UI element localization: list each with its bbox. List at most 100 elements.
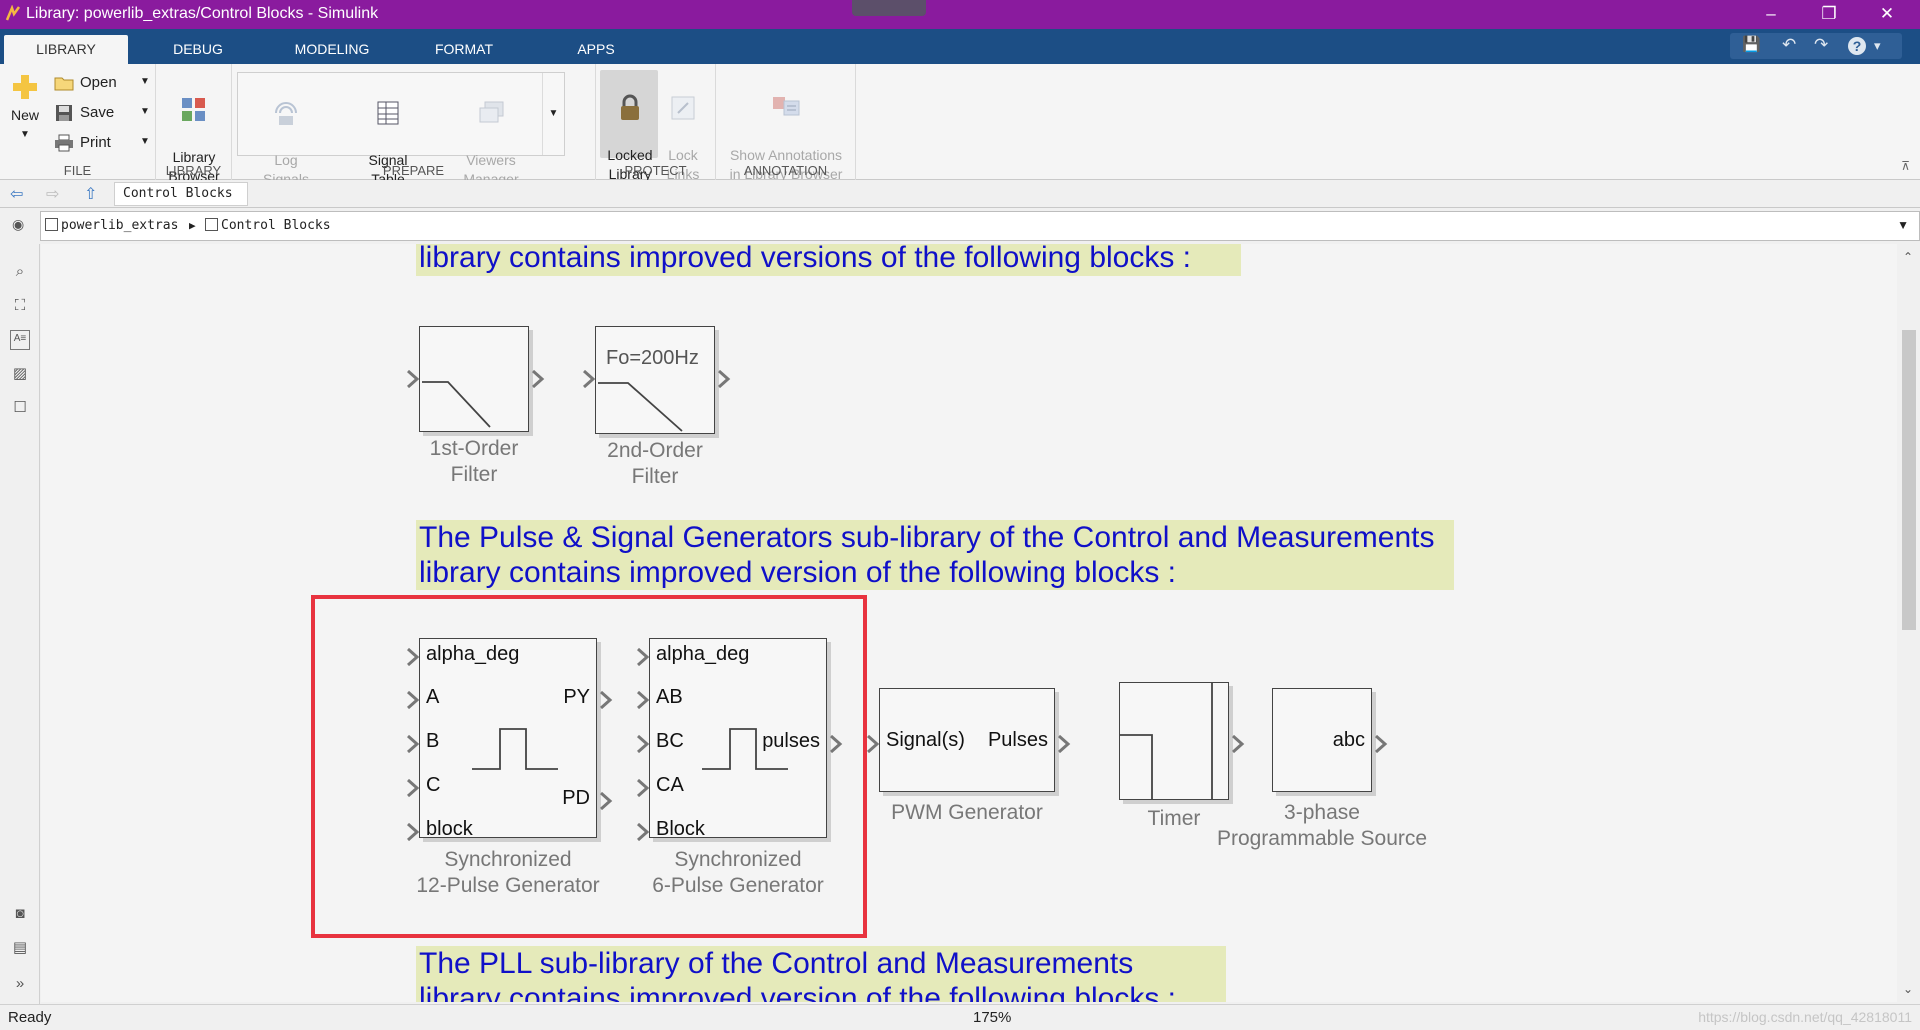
gallery-expand-icon[interactable]: ▼ bbox=[542, 73, 564, 155]
restore-button[interactable]: ❐ bbox=[1800, 0, 1858, 29]
breadcrumb-separator-icon: ▶ bbox=[189, 219, 196, 232]
scroll-up-icon[interactable]: ⌃ bbox=[1903, 250, 1913, 264]
save-dropdown-icon[interactable]: ▼ bbox=[140, 106, 150, 117]
file-group: New ▼ Open ▼ Save ▼ Print ▼ FILE bbox=[0, 64, 156, 180]
prepare-gallery: Log Signals Signal Table Viewers Manager… bbox=[237, 72, 565, 187]
annotation-pll-text[interactable]: The PLL sub-library of the Control and M… bbox=[416, 946, 1226, 1002]
minimize-button[interactable]: – bbox=[1742, 0, 1800, 29]
help-dropdown-icon[interactable]: ▾ bbox=[1874, 38, 1881, 54]
save-label: Save bbox=[80, 104, 115, 121]
status-text: Ready bbox=[8, 1009, 52, 1026]
subsystem-icon bbox=[205, 218, 218, 231]
up-arrow-icon[interactable]: ⇧ bbox=[84, 184, 97, 204]
breadcrumb-current[interactable]: Control Blocks bbox=[205, 218, 331, 233]
watermark-text: https://blog.csdn.net/qq_42818011 bbox=[1698, 1009, 1912, 1025]
port-label: abc bbox=[1332, 729, 1365, 751]
zoom-icon[interactable]: ⌕ bbox=[10, 262, 30, 282]
output-port-icon bbox=[531, 370, 545, 388]
timer-block[interactable] bbox=[1119, 682, 1229, 800]
help-icon[interactable]: ? bbox=[1848, 37, 1866, 55]
open-button[interactable]: Open ▼ bbox=[54, 74, 154, 92]
address-dropdown-icon[interactable]: ▼ bbox=[1897, 218, 1909, 232]
new-dropdown-icon[interactable]: ▼ bbox=[6, 125, 44, 144]
annotation-icon[interactable]: A≡ bbox=[10, 330, 30, 350]
status-bar: Ready 175% https://blog.csdn.net/qq_4281… bbox=[0, 1004, 1920, 1030]
open-label: Open bbox=[80, 74, 117, 91]
print-dropdown-icon[interactable]: ▼ bbox=[140, 136, 150, 147]
three-phase-programmable-source-block[interactable]: abc bbox=[1272, 688, 1372, 792]
navigation-bar: ⇦ ⇨ ⇧ Control Blocks bbox=[0, 180, 1920, 208]
input-port-icon bbox=[582, 370, 596, 388]
vertical-scrollbar[interactable]: ⌃ ⌄ bbox=[1897, 244, 1920, 1002]
new-button[interactable]: New ▼ bbox=[6, 72, 44, 144]
first-order-filter-name[interactable]: 1st-Order Filter bbox=[399, 436, 549, 488]
highlight-rectangle bbox=[311, 595, 867, 938]
three-phase-programmable-source-name[interactable]: 3-phase Programmable Source bbox=[1207, 800, 1437, 852]
protect-group-caption: PROTECT bbox=[624, 163, 687, 178]
tab-debug[interactable]: DEBUG bbox=[160, 35, 236, 64]
print-label: Print bbox=[80, 134, 111, 151]
prepare-group-caption: PREPARE bbox=[382, 163, 445, 178]
save-button[interactable]: Save ▼ bbox=[54, 104, 154, 122]
model-tab-control-blocks[interactable]: Control Blocks bbox=[114, 182, 248, 206]
first-order-filter-block[interactable] bbox=[419, 326, 529, 432]
title-bar: Library: powerlib_extras/Control Blocks … bbox=[0, 0, 1920, 29]
pwm-generator-block[interactable]: Signal(s) Pulses bbox=[879, 688, 1055, 792]
annotation-group-caption: ANNOTATION bbox=[743, 163, 828, 178]
zoom-level[interactable]: 175% bbox=[973, 1009, 1011, 1026]
tab-format[interactable]: FORMAT bbox=[422, 35, 506, 64]
redo-icon[interactable]: ↷ bbox=[1814, 35, 1828, 55]
printer-icon bbox=[55, 134, 73, 152]
forward-arrow-icon[interactable]: ⇨ bbox=[46, 184, 59, 204]
second-order-filter-block[interactable]: Fo=200Hz bbox=[595, 326, 715, 434]
print-button[interactable]: Print ▼ bbox=[54, 134, 154, 152]
second-order-filter-name[interactable]: 2nd-Order Filter bbox=[580, 438, 730, 490]
annotation-group: Show Annotations in Library Browser ANNO… bbox=[716, 64, 856, 182]
log-signals-icon bbox=[275, 102, 297, 125]
area-icon[interactable]: ☐ bbox=[10, 398, 30, 418]
input-port-icon bbox=[406, 370, 420, 388]
file-group-caption: FILE bbox=[63, 163, 92, 178]
annotation-filters-text[interactable]: library contains improved versions of th… bbox=[416, 244, 1241, 276]
back-arrow-icon[interactable]: ⇦ bbox=[10, 184, 23, 204]
floppy-save-icon bbox=[56, 105, 72, 122]
pwm-generator-name[interactable]: PWM Generator bbox=[877, 800, 1057, 826]
model-browser-icon[interactable]: ▤ bbox=[10, 938, 30, 958]
output-port-icon bbox=[1057, 735, 1071, 753]
fit-to-view-icon[interactable]: ⛶ bbox=[10, 296, 30, 316]
tab-apps[interactable]: APPS bbox=[570, 35, 622, 64]
protect-group: Locked Library Lock Links PROTECT bbox=[596, 64, 716, 182]
window-title: Library: powerlib_extras/Control Blocks … bbox=[26, 5, 379, 22]
port-label: Signal(s) bbox=[886, 729, 965, 751]
simulink-app-icon bbox=[5, 5, 21, 21]
undo-icon[interactable]: ↶ bbox=[1782, 35, 1796, 55]
padlock-icon bbox=[621, 94, 639, 120]
window-grip[interactable] bbox=[852, 0, 926, 16]
expand-palette-icon[interactable]: » bbox=[10, 974, 30, 994]
lowpass-curve-icon bbox=[598, 382, 683, 432]
tab-modeling[interactable]: MODELING bbox=[282, 35, 382, 64]
library-icon bbox=[45, 218, 58, 231]
hide-explorer-bar-icon[interactable]: ◉ bbox=[12, 216, 24, 233]
collapse-ribbon-icon[interactable]: ⊼ bbox=[1901, 159, 1910, 173]
port-label: Pulses bbox=[987, 729, 1048, 751]
lowpass-curve-icon bbox=[422, 381, 491, 428]
annotation-pulse-generators-text[interactable]: The Pulse & Signal Generators sub-librar… bbox=[416, 520, 1454, 590]
model-canvas[interactable]: library contains improved versions of th… bbox=[41, 244, 1897, 1002]
viewers-manager-icon bbox=[479, 101, 504, 123]
close-button[interactable]: ✕ bbox=[1858, 0, 1916, 29]
breadcrumb-root[interactable]: powerlib_extras bbox=[45, 218, 178, 233]
new-plus-icon bbox=[13, 75, 37, 99]
open-dropdown-icon[interactable]: ▼ bbox=[140, 76, 150, 87]
input-port-icon bbox=[866, 735, 880, 753]
tab-library[interactable]: LIBRARY bbox=[4, 35, 128, 64]
save-icon[interactable]: 💾 bbox=[1742, 35, 1761, 53]
quick-access-toolbar: 💾 ↶ ↷ ? ▾ bbox=[1730, 33, 1902, 59]
signal-table-icon bbox=[377, 101, 399, 125]
scroll-down-icon[interactable]: ⌄ bbox=[1903, 982, 1913, 996]
camera-icon[interactable]: ◙ bbox=[10, 904, 30, 924]
image-icon[interactable]: ▨ bbox=[10, 364, 30, 384]
left-palette: ⌕ ⛶ A≡ ▨ ☐ ◙ ▤ » bbox=[0, 244, 40, 1004]
address-bar[interactable]: powerlib_extras ▶ Control Blocks ▼ bbox=[40, 211, 1920, 241]
scrollbar-thumb[interactable] bbox=[1902, 330, 1916, 630]
